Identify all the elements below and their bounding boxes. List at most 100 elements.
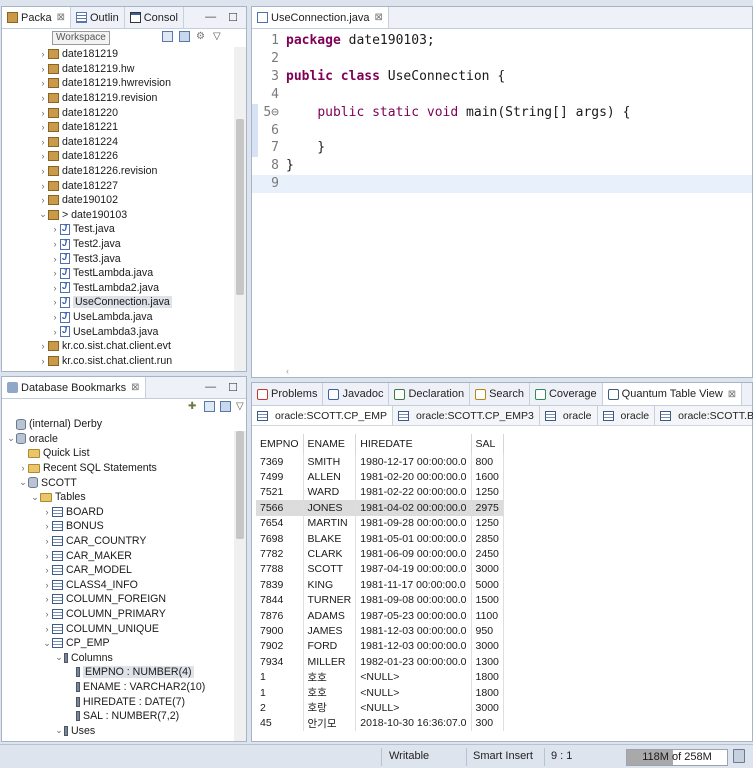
table-cell[interactable]: 3000 [471,561,504,578]
chevron-right-icon[interactable]: › [38,137,48,147]
tab-useconnection-java[interactable]: UseConnection.java ⊠ [252,7,389,28]
chevron-right-icon[interactable]: › [42,536,52,546]
table-row[interactable]: 7369 SMITH 1980-12-17 00:00:00.0 800 [256,454,504,470]
close-icon[interactable]: ⊠ [374,12,382,23]
tree-item[interactable]: › Recent SQL Statements [18,461,157,476]
table-cell[interactable]: MILLER [303,654,357,670]
tab-database-bookmarks[interactable]: Database Bookmarks ⊠ [2,377,146,398]
table-cell[interactable]: 1981-06-09 00:00:00.0 [355,546,472,562]
table-cell[interactable]: 1980-12-17 00:00:00.0 [355,454,472,470]
column-header[interactable]: SAL [471,434,504,454]
chevron-right-icon[interactable]: › [38,356,48,366]
result-subtab[interactable]: oracle [598,406,656,425]
link-icon[interactable] [220,401,231,412]
tree-item[interactable]: › Test3.java [50,251,121,266]
table-cell[interactable]: 호호 [303,684,357,701]
tree-item[interactable]: › Test2.java [50,237,121,252]
chevron-right-icon[interactable]: › [50,283,60,293]
table-cell[interactable]: 1987-04-19 00:00:00.0 [355,561,472,578]
tree-item[interactable]: › CLASS4_INFO [42,578,138,593]
table-cell[interactable]: 1981-04-02 00:00:00.0 [355,500,472,516]
tab-javadoc[interactable]: Javadoc [323,383,390,405]
chevron-right-icon[interactable]: › [50,254,60,264]
result-subtab[interactable]: oracle:SCOTT.CP_EMP3 [393,406,540,425]
table-row[interactable]: 7902 FORD 1981-12-03 00:00:00.0 3000 [256,638,504,655]
table-cell[interactable]: CLARK [303,546,357,562]
maximize-icon[interactable]: ☐ [228,381,238,394]
chevron-right-icon[interactable]: › [38,151,48,161]
tree-item[interactable]: › date181227 [38,178,118,193]
tree-item[interactable]: › date190102 [38,193,118,208]
table-cell[interactable]: <NULL> [355,684,472,701]
tree-item[interactable]: ⌄ Columns [54,651,113,666]
table-cell[interactable]: 7521 [256,484,304,501]
table-cell[interactable]: 1981-12-03 00:00:00.0 [355,638,472,655]
table-cell[interactable]: 2975 [471,500,504,516]
tree-item[interactable]: › date181221 [38,120,118,135]
tree-item[interactable]: › COLUMN_PRIMARY [42,607,166,622]
tree-item[interactable]: › CAR_MAKER [42,548,132,563]
view-menu-icon[interactable]: ▽ [236,401,247,412]
table-cell[interactable]: 7654 [256,515,304,531]
table-cell[interactable]: 7499 [256,469,304,485]
table-cell[interactable]: 7839 [256,577,304,593]
result-subtab[interactable]: oracle:SCOTT.CP_EMP [252,406,394,425]
table-cell[interactable]: 7900 [256,623,304,639]
table-row[interactable]: 7654 MARTIN 1981-09-28 00:00:00.0 1250 [256,515,504,531]
close-icon[interactable]: ⊠ [57,12,65,23]
chevron-right-icon[interactable]: › [42,551,52,561]
code-area[interactable]: 1 package date190103; 2 3 public class UseCo… [252,29,752,367]
table-row[interactable]: 7521 WARD 1981-02-22 00:00:00.0 1250 [256,484,504,501]
chevron-right-icon[interactable]: › [50,268,60,278]
tab-consol[interactable]: Consol [125,7,184,28]
tree-item[interactable]: › CAR_MODEL [42,563,132,578]
tree-item[interactable]: › date181219 [38,47,118,62]
tree-item[interactable]: › UseLambda3.java [50,324,159,339]
table-cell[interactable]: 1981-11-17 00:00:00.0 [355,577,472,593]
chevron-right-icon[interactable]: › [42,624,52,634]
table-cell[interactable]: 5000 [471,577,504,593]
table-cell[interactable]: 7788 [256,561,304,578]
tree-item[interactable]: SAL : NUMBER(7,2) [66,709,179,724]
chevron-right-icon[interactable]: › [50,312,60,322]
table-row[interactable]: 1 호호 <NULL> 1800 [256,669,504,685]
package-tree-scrollbar[interactable] [234,47,246,371]
chevron-down-icon[interactable]: ⌄ [54,652,64,663]
table-cell[interactable]: 1500 [471,592,504,608]
column-header[interactable]: ENAME [303,434,357,454]
table-row[interactable]: 7839 KING 1981-11-17 00:00:00.0 5000 [256,577,504,593]
tree-item[interactable]: HIREDATE : DATE(7) [66,694,185,709]
result-subtab[interactable]: oracle:SCOTT.BOARD [655,406,753,425]
table-cell[interactable]: 7934 [256,654,304,670]
chevron-down-icon[interactable]: ⌄ [54,725,64,736]
table-row[interactable]: 1 호호 <NULL> 1800 [256,684,504,701]
tree-item[interactable]: › kr.co.sist.chat.client.evt [38,339,171,354]
table-cell[interactable]: 2450 [471,546,504,562]
table-cell[interactable]: 7566 [256,500,304,516]
chevron-down-icon[interactable]: ⌄ [6,433,16,444]
collapse-all-icon[interactable] [162,31,173,42]
tree-item[interactable]: › date181226 [38,149,118,164]
tree-item[interactable]: › date181220 [38,105,118,120]
tree-item[interactable]: › kr.co.sist.chat.client.run [38,354,173,369]
table-cell[interactable]: 45 [256,715,304,732]
table-cell[interactable]: 1981-05-01 00:00:00.0 [355,530,472,547]
minimize-icon[interactable]: — [205,11,216,24]
tab-problems[interactable]: Problems [252,383,324,405]
tree-item[interactable]: › TestLambda.java [50,266,154,281]
tree-item[interactable]: › date181226.revision [38,164,158,179]
tree-item[interactable]: ⌄ SCOTT [18,475,77,490]
table-cell[interactable]: 3000 [471,638,504,655]
chevron-right-icon[interactable]: › [38,64,48,74]
chevron-right-icon[interactable]: › [38,49,48,59]
tree-item[interactable]: ⌄ Uses [54,724,95,739]
table-cell[interactable]: <NULL> [355,669,472,685]
database-tree-scrollbar-thumb[interactable] [236,431,244,539]
table-cell[interactable]: JAMES [303,623,357,639]
table-cell[interactable]: 2850 [471,530,504,547]
chevron-down-icon[interactable]: ⌄ [30,492,40,503]
table-cell[interactable]: JONES [303,500,357,516]
table-cell[interactable]: SMITH [303,454,357,470]
tree-item[interactable]: ⌄ oracle [6,432,58,447]
column-header[interactable]: EMPNO [256,434,304,454]
